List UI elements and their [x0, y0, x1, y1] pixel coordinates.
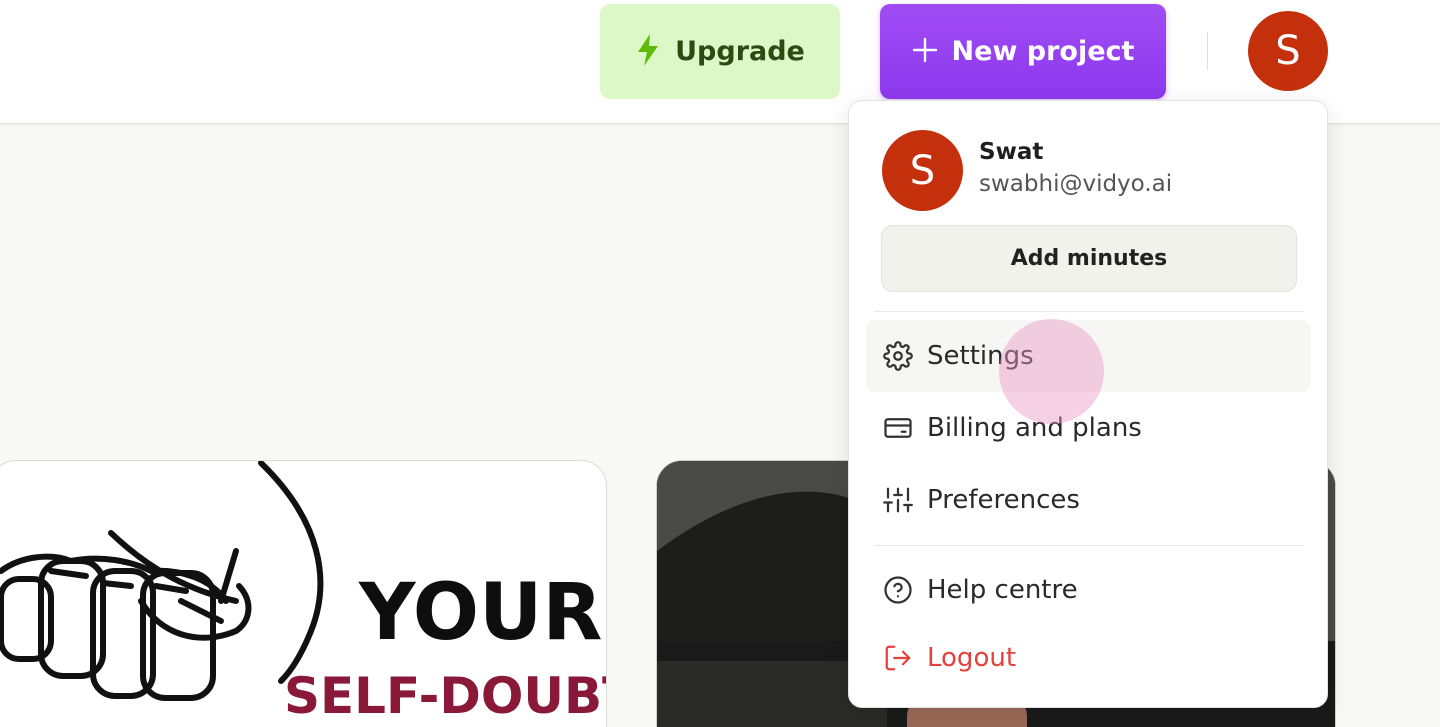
menu-avatar: S: [882, 130, 963, 211]
card-text-bottom: SELF-DOUBT: [284, 667, 607, 725]
user-avatar-button[interactable]: S: [1248, 11, 1328, 91]
menu-item-label: Help centre: [927, 575, 1078, 605]
gear-icon: [882, 340, 914, 372]
user-menu-dropdown: S Swat swabhi@vidyo.ai Add minutes Setti…: [848, 100, 1328, 708]
menu-item-preferences[interactable]: Preferences: [866, 464, 1311, 536]
card-text-top: YOUR: [358, 568, 602, 658]
credit-card-icon: [882, 412, 914, 444]
help-circle-icon: [882, 574, 914, 606]
sliders-icon: [882, 484, 914, 516]
menu-item-label: Settings: [927, 341, 1034, 371]
menu-item-label: Billing and plans: [927, 413, 1142, 443]
menu-item-settings[interactable]: Settings: [866, 320, 1311, 392]
menu-item-billing[interactable]: Billing and plans: [866, 392, 1311, 464]
user-email: swabhi@vidyo.ai: [979, 171, 1173, 197]
menu-item-help-centre[interactable]: Help centre: [866, 554, 1311, 626]
menu-divider: [874, 545, 1304, 546]
upgrade-label: Upgrade: [675, 36, 805, 67]
upgrade-button[interactable]: Upgrade: [600, 4, 840, 99]
logout-icon: [882, 642, 914, 674]
new-project-button[interactable]: New project: [880, 4, 1166, 99]
lightning-icon: [635, 33, 661, 71]
user-name: Swat: [979, 139, 1044, 165]
project-card-thumbnail[interactable]: YOUR SELF-DOUBT: [0, 460, 607, 727]
new-project-label: New project: [951, 36, 1135, 67]
plus-icon: [912, 37, 938, 67]
menu-item-logout[interactable]: Logout: [866, 622, 1311, 694]
menu-item-label: Logout: [927, 643, 1017, 673]
header-divider: [1207, 32, 1208, 70]
add-minutes-button[interactable]: Add minutes: [881, 225, 1297, 292]
menu-item-label: Preferences: [927, 485, 1080, 515]
fist-illustration: YOUR SELF-DOUBT: [0, 461, 607, 725]
menu-divider: [874, 311, 1304, 312]
